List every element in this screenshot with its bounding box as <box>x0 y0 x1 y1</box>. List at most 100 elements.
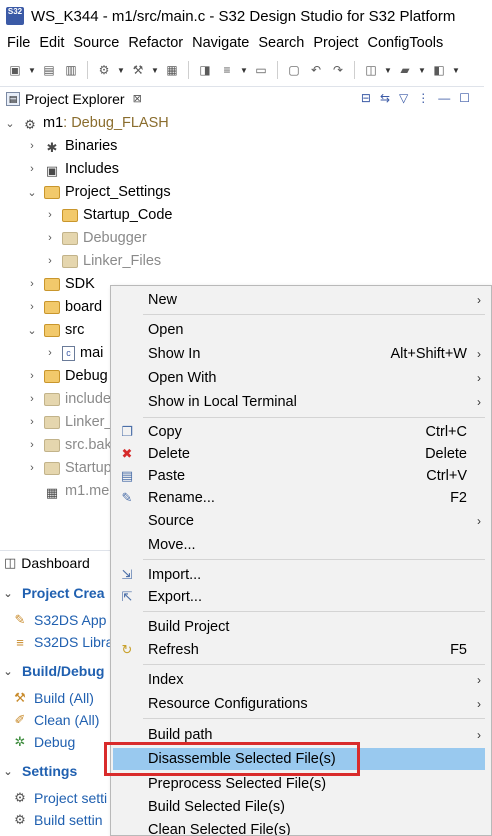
dashboard-link-s32ds-app[interactable]: ✎ S32DS App <box>12 609 107 631</box>
expand-arrow-icon[interactable]: › <box>26 163 38 175</box>
new-project-icon[interactable]: ◨ <box>196 61 214 79</box>
chevron-down-icon[interactable]: ▼ <box>418 61 426 79</box>
menu-item-clean-selected[interactable]: Clean Selected File(s) <box>111 819 491 835</box>
menu-item-preprocess[interactable]: Preprocess Selected File(s) <box>111 773 491 795</box>
expand-arrow-icon[interactable]: › <box>26 462 38 474</box>
expand-arrow-icon[interactable]: › <box>26 301 38 313</box>
tree-item-src-bak[interactable]: › src.bak <box>26 434 112 456</box>
expand-arrow-icon[interactable]: ⌄ <box>26 324 38 337</box>
menu-item-paste[interactable]: ▤ Paste Ctrl+V <box>111 465 491 487</box>
dashboard-link-debug[interactable]: ✲ Debug <box>12 731 76 753</box>
save-all-icon[interactable]: ▥ <box>62 61 80 79</box>
menu-search[interactable]: Search <box>258 35 304 51</box>
dashboard-link-clean-all[interactable]: ✐ Clean (All) <box>12 709 100 731</box>
menu-item-copy[interactable]: ❐ Copy Ctrl+C <box>111 421 491 443</box>
menu-item-refresh[interactable]: ↻ Refresh F5 <box>111 639 491 661</box>
menu-item-export[interactable]: ⇱ Export... <box>111 586 491 608</box>
chevron-down-icon[interactable]: ▼ <box>452 61 460 79</box>
menu-item-import[interactable]: ⇲ Import... <box>111 564 491 586</box>
stack-icon[interactable]: ≡ <box>218 61 236 79</box>
tree-item-linker[interactable]: › Linker_ <box>26 411 112 433</box>
menu-configtools[interactable]: ConfigTools <box>367 35 443 51</box>
menu-item-rename[interactable]: ✎ Rename... F2 <box>111 487 491 509</box>
tree-item-project[interactable]: ⌄ ⚙ m1 : Debug_FLASH <box>4 112 168 134</box>
tree-item-sdk[interactable]: › SDK <box>26 273 95 295</box>
menu-item-show-in[interactable]: Show In Alt+Shift+W › <box>111 343 491 365</box>
undo-icon[interactable]: ↶ <box>307 61 325 79</box>
collapse-all-icon[interactable]: ⊟ <box>361 91 371 105</box>
redo-icon[interactable]: ↷ <box>329 61 347 79</box>
menu-item-build-project[interactable]: Build Project <box>111 616 491 638</box>
monitor-icon[interactable]: ▭ <box>252 61 270 79</box>
menu-item-index[interactable]: Index › <box>111 669 491 691</box>
tree-item-project-settings[interactable]: ⌄ Project_Settings <box>26 181 170 203</box>
dashboard-section-build-debug[interactable]: ⌄ Build/Debug <box>0 660 104 682</box>
settings-gear-icon[interactable]: ⚙ <box>95 61 113 79</box>
menu-item-new[interactable]: New › <box>111 289 491 311</box>
c-file-icon[interactable]: ▢ <box>285 61 303 79</box>
tree-item-startup[interactable]: › Startup <box>26 457 112 479</box>
expand-arrow-icon[interactable]: › <box>44 255 56 267</box>
chevron-down-icon[interactable]: ▼ <box>28 61 36 79</box>
new-c-icon[interactable]: ◧ <box>430 61 448 79</box>
menu-source[interactable]: Source <box>73 35 119 51</box>
tree-item-include[interactable]: › include <box>26 388 111 410</box>
menu-item-open[interactable]: Open <box>111 319 491 341</box>
dashboard-section-settings[interactable]: ⌄ Settings <box>0 760 77 782</box>
menu-file[interactable]: File <box>7 35 30 51</box>
menu-item-open-with[interactable]: Open With › <box>111 367 491 389</box>
tree-item-binaries[interactable]: › ✱ Binaries <box>26 135 117 157</box>
link-editor-icon[interactable]: ⇆ <box>380 91 390 105</box>
chevron-down-icon[interactable]: ▼ <box>240 61 248 79</box>
project-explorer-tab[interactable]: ▤ Project Explorer ⊠ ⊟ ⇆ ▽ ⋮ — ☐ <box>0 86 484 110</box>
tree-item-src[interactable]: ⌄ src <box>26 319 84 341</box>
menu-edit[interactable]: Edit <box>39 35 64 51</box>
menu-navigate[interactable]: Navigate <box>192 35 249 51</box>
minimize-icon[interactable]: — <box>438 91 450 105</box>
build-hammer-icon[interactable]: ⚒ <box>129 61 147 79</box>
expand-arrow-icon[interactable]: ⌄ <box>0 765 16 778</box>
dashboard-link-s32ds-library[interactable]: ≡ S32DS Libra <box>12 631 113 653</box>
tree-item-debug[interactable]: › Debug <box>26 365 108 387</box>
expand-arrow-icon[interactable]: › <box>26 416 38 428</box>
tree-item-startup-code[interactable]: › Startup_Code <box>44 204 172 226</box>
dashboard-link-build-all[interactable]: ⚒ Build (All) <box>12 687 94 709</box>
menu-item-source[interactable]: Source › <box>111 510 491 532</box>
filter-icon[interactable]: ▽ <box>399 91 408 105</box>
menu-refactor[interactable]: Refactor <box>128 35 183 51</box>
tree-item-board[interactable]: › board <box>26 296 102 318</box>
dashboard-section-project-creation[interactable]: ⌄ Project Crea <box>0 582 104 604</box>
menu-item-delete[interactable]: ✖ Delete Delete <box>111 443 491 465</box>
dashboard-link-build-settings[interactable]: ⚙ Build settin <box>12 809 102 831</box>
menu-item-build-selected[interactable]: Build Selected File(s) <box>111 796 491 818</box>
tree-item-debugger[interactable]: › Debugger <box>44 227 147 249</box>
expand-arrow-icon[interactable]: ⌄ <box>0 665 16 678</box>
expand-arrow-icon[interactable]: › <box>26 140 38 152</box>
chevron-down-icon[interactable]: ▼ <box>117 61 125 79</box>
tree-item-main-c[interactable]: › c mai <box>44 342 103 364</box>
folder-icon[interactable]: ▰ <box>396 61 414 79</box>
menu-project[interactable]: Project <box>313 35 358 51</box>
expand-arrow-icon[interactable]: › <box>26 278 38 290</box>
expand-arrow-icon[interactable]: ⌄ <box>0 587 16 600</box>
close-icon[interactable]: ⊠ <box>133 92 142 105</box>
menu-item-move[interactable]: Move... <box>111 534 491 556</box>
dashboard-tab[interactable]: ◫ Dashboard <box>0 550 110 574</box>
maximize-icon[interactable]: ☐ <box>459 91 470 105</box>
tree-item-linker-files[interactable]: › Linker_Files <box>44 250 161 272</box>
tree-item-includes[interactable]: › ▣ Includes <box>26 158 119 180</box>
binary-icon[interactable]: ▦ <box>163 61 181 79</box>
expand-arrow-icon[interactable]: › <box>26 370 38 382</box>
expand-arrow-icon[interactable]: › <box>44 347 56 359</box>
tree-item-m1-mex[interactable]: ▦ m1.me <box>26 480 109 502</box>
expand-arrow-icon[interactable]: ⌄ <box>4 117 16 130</box>
new-icon[interactable]: ▣ <box>6 61 24 79</box>
menu-item-show-in-terminal[interactable]: Show in Local Terminal › <box>111 391 491 413</box>
save-icon[interactable]: ▤ <box>40 61 58 79</box>
chevron-down-icon[interactable]: ▼ <box>384 61 392 79</box>
dashboard-link-project-settings[interactable]: ⚙ Project setti <box>12 787 107 809</box>
expand-arrow-icon[interactable]: › <box>26 393 38 405</box>
expand-arrow-icon[interactable]: › <box>26 439 38 451</box>
chevron-down-icon[interactable]: ▼ <box>151 61 159 79</box>
expand-arrow-icon[interactable]: › <box>44 209 56 221</box>
